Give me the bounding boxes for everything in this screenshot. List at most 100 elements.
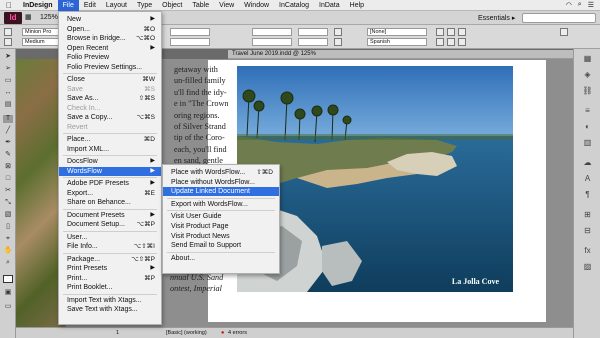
font-style-field[interactable]: Medium (22, 38, 60, 46)
menu-view[interactable]: View (214, 0, 239, 11)
free-transform-tool-icon[interactable]: ⤡ (3, 199, 13, 207)
character-styles-icon[interactable]: A (582, 173, 593, 184)
preflight-profile[interactable]: [Basic] (working) (166, 328, 207, 338)
links-icon[interactable]: ⛓ (582, 85, 593, 96)
wordsflow-menu-item[interactable]: About... (163, 254, 279, 263)
horizontal-scale-field[interactable] (252, 38, 292, 46)
apple-icon[interactable]:  (0, 1, 18, 10)
character-formatting-icon[interactable] (4, 28, 12, 36)
paragraph-formatting-icon[interactable] (4, 38, 12, 46)
rectangle-tool-icon[interactable]: □ (3, 175, 13, 183)
file-menu-item[interactable]: Folio Preview Settings... (59, 63, 161, 72)
file-menu-item[interactable]: Folio Preview (59, 53, 161, 62)
workspace-switcher[interactable]: Essentials ▸ (478, 14, 515, 22)
effects-icon[interactable]: fx (582, 245, 593, 256)
align-icon[interactable]: ⊟ (582, 225, 593, 236)
menu-indata[interactable]: InData (314, 0, 345, 11)
menu-object[interactable]: Object (157, 0, 187, 11)
file-menu-item[interactable]: Document Setup... ⌥⌘P (59, 220, 161, 229)
line-tool-icon[interactable]: ╱ (3, 127, 13, 135)
text-color-icon[interactable] (334, 28, 342, 36)
wifi-icon[interactable]: ◠ (566, 1, 572, 9)
scissors-tool-icon[interactable]: ✂ (3, 187, 13, 195)
color-icon[interactable]: ◐ (582, 121, 593, 132)
file-menu-item[interactable]: New ▶ (59, 15, 161, 24)
menu-file[interactable]: File (57, 0, 79, 11)
zoom-tool-icon[interactable]: ⌕ (3, 259, 13, 267)
baseline-shift-field[interactable] (298, 28, 328, 36)
file-menu-item[interactable]: Open... ⌘O (59, 25, 161, 34)
swatches-icon[interactable]: ▥ (582, 137, 593, 148)
vertical-scale-field[interactable] (252, 28, 292, 36)
wordsflow-menu-item[interactable]: Visit User Guide (163, 212, 279, 221)
menu-edit[interactable]: Edit (79, 0, 101, 11)
file-menu-item[interactable]: Place... ⌘D (59, 135, 161, 144)
preflight-errors[interactable]: 4 errors (228, 328, 247, 338)
file-menu-item[interactable]: Share on Behance... (59, 198, 161, 207)
align-left-icon[interactable] (436, 28, 444, 36)
text-wrap-icon[interactable]: ⊞ (582, 209, 593, 220)
file-menu-item[interactable]: File Info... ⌥⇧⌘I (59, 242, 161, 251)
bridge-icon[interactable]: ▦ (25, 13, 32, 21)
menu-table[interactable]: Table (187, 0, 214, 11)
help-search-input[interactable] (522, 13, 596, 23)
justify-all-icon[interactable] (447, 38, 455, 46)
menu-app[interactable]: InDesign (18, 0, 58, 11)
view-mode-icon[interactable]: ▭ (3, 303, 13, 311)
stroke-color-icon[interactable] (334, 38, 342, 46)
file-menu-item[interactable]: Browse in Bridge... ⌥⌘O (59, 34, 161, 43)
zoom-level[interactable]: 125% (40, 14, 58, 21)
file-menu-item[interactable]: Adobe PDF Presets ▶ (59, 179, 161, 188)
pages-icon[interactable]: ▦ (582, 53, 593, 64)
file-menu-item[interactable]: Document Presets ▶ (59, 211, 161, 220)
formatting-affects-container-icon[interactable]: ▣ (3, 289, 13, 297)
wordsflow-menu-item[interactable]: Send Email to Support (163, 241, 279, 250)
file-menu-item[interactable]: Open Recent ▶ (59, 44, 161, 53)
scale-field[interactable] (170, 28, 210, 36)
wordsflow-menu-item[interactable]: Place without WordsFlow... (163, 178, 279, 187)
skew-field[interactable] (298, 38, 328, 46)
language-field[interactable]: Spanish (367, 38, 427, 46)
wordsflow-menu-item[interactable]: Update Linked Document (163, 187, 279, 197)
file-menu-item[interactable]: User... (59, 233, 161, 242)
file-menu-item[interactable]: WordsFlow ▶ (59, 166, 161, 176)
wordsflow-menu-item[interactable]: Place with WordsFlow... ⇧⌘D (163, 168, 279, 177)
menu-window[interactable]: Window (239, 0, 274, 11)
file-menu-item[interactable]: Print Presets ▶ (59, 264, 161, 273)
bottom-text-frame[interactable]: nnual U.S. Sand ontest, Imperial (170, 272, 240, 295)
wordsflow-menu-item[interactable]: Visit Product News (163, 232, 279, 241)
fill-swatch-icon[interactable] (3, 275, 13, 283)
pen-tool-icon[interactable]: ✒ (3, 139, 13, 147)
gap-tool-icon[interactable]: ↔ (3, 89, 13, 97)
note-tool-icon[interactable]: ▯ (3, 223, 13, 231)
tracking-field[interactable] (170, 38, 210, 46)
search-icon[interactable]: ⌕ (578, 1, 582, 9)
file-menu-item[interactable]: DocsFlow ▶ (59, 157, 161, 166)
content-collector-icon[interactable]: ▤ (3, 101, 13, 109)
page-tool-icon[interactable]: ▭ (3, 77, 13, 85)
file-menu-item[interactable]: Export... ⌘E (59, 189, 161, 198)
eyedropper-tool-icon[interactable]: ⌖ (3, 235, 13, 243)
file-menu-item[interactable]: Import XML... (59, 145, 161, 154)
menu-layout[interactable]: Layout (101, 0, 132, 11)
pencil-tool-icon[interactable]: ✎ (3, 151, 13, 159)
justify-icon[interactable] (436, 38, 444, 46)
align-center-icon[interactable] (447, 28, 455, 36)
cc-libraries-icon[interactable]: ☁ (582, 157, 593, 168)
file-menu-item[interactable]: Package... ⌥⇧⌘P (59, 255, 161, 264)
file-menu-item[interactable]: Import Text with Xtags... (59, 296, 161, 305)
rectangle-frame-tool-icon[interactable]: ⊠ (3, 163, 13, 171)
hand-tool-icon[interactable]: ✋ (3, 247, 13, 255)
menu-help[interactable]: Help (345, 0, 369, 11)
file-menu-item[interactable]: Print Booklet... (59, 283, 161, 292)
font-family-field[interactable]: Minion Pro (22, 28, 60, 36)
file-menu-item[interactable]: Save Text with Xtags... (59, 305, 161, 314)
align-right-icon[interactable] (458, 28, 466, 36)
file-menu-item[interactable]: Print... ⌘P (59, 274, 161, 283)
type-tool-icon[interactable]: T (3, 115, 13, 123)
file-menu-item[interactable]: Save a Copy... ⌥⌘S (59, 113, 161, 122)
file-menu-item[interactable]: Save As... ⇧⌘S (59, 94, 161, 103)
character-style-field[interactable]: [None] (367, 28, 427, 36)
panel-menu-icon[interactable] (560, 28, 568, 36)
align-spine-icon[interactable] (458, 38, 466, 46)
